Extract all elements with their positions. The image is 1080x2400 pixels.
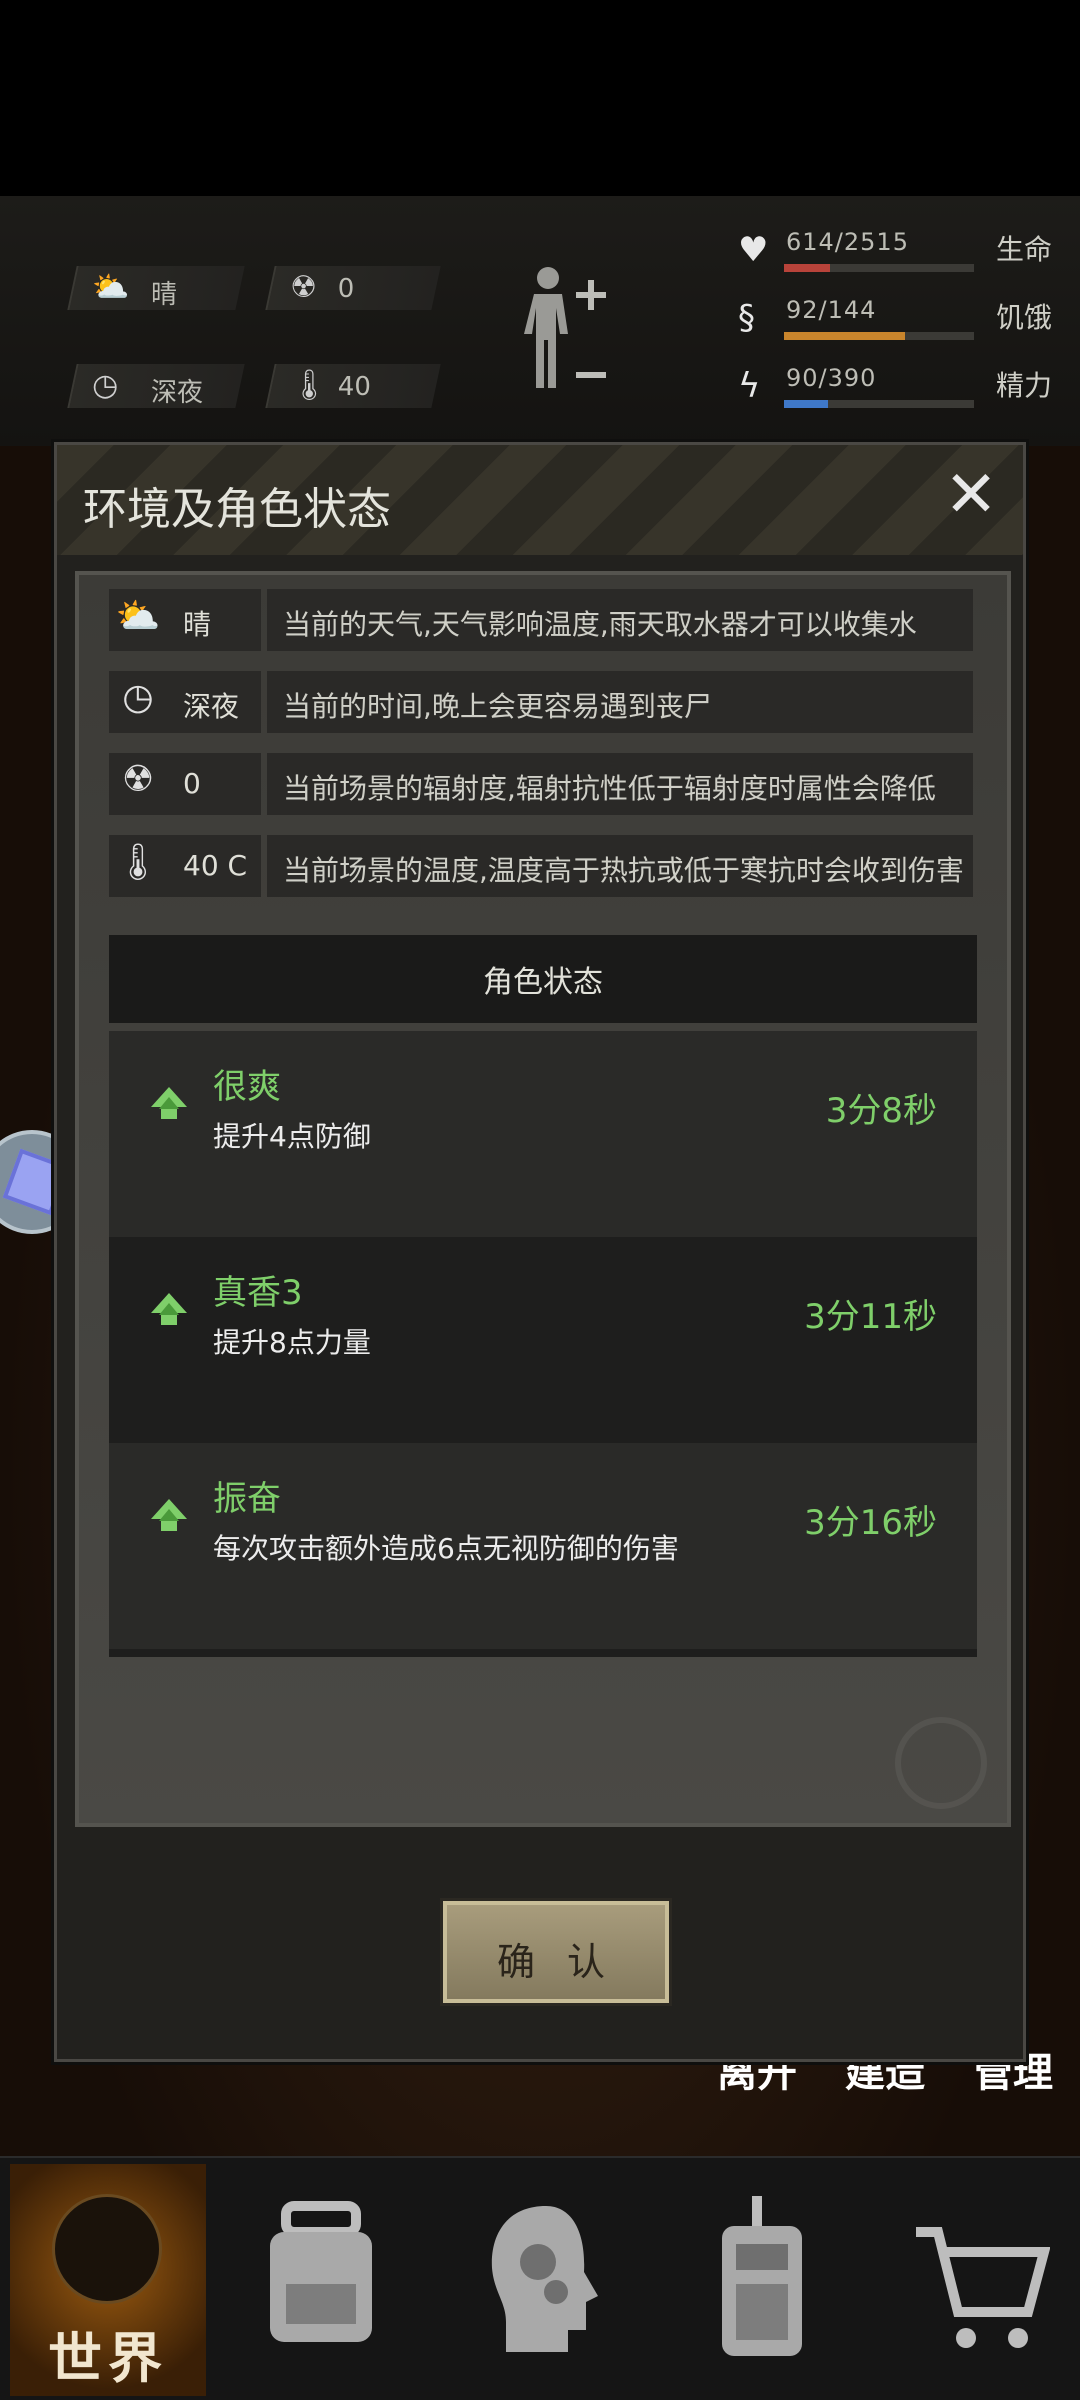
- thermometer-icon: 🌡: [115, 842, 161, 883]
- bottom-nav: 世界: [0, 2156, 1080, 2400]
- env-tag: ⛅ 晴: [109, 589, 261, 651]
- health-stat: ♥ 614/2515 生命: [724, 226, 1080, 282]
- hunger-value: 92/144: [786, 296, 877, 324]
- env-tag: ☢ 0: [109, 753, 261, 815]
- thermometer-icon: 🌡: [290, 368, 329, 403]
- radiation-watermark-icon: [895, 1717, 987, 1809]
- env-tag: ◷ 深夜: [109, 671, 261, 733]
- radiation-icon: ☢: [121, 759, 155, 800]
- dialog-title: 环境及角色状态: [83, 484, 391, 535]
- cart-icon[interactable]: [910, 2192, 1050, 2362]
- status-description: 每次攻击额外造成6点无视防御的伤害: [213, 1532, 679, 1565]
- env-description: 当前场景的温度,温度高于热抗或低于寒抗时会收到伤害: [267, 835, 973, 897]
- env-row-weather: ⛅ 晴 当前的天气,天气影响温度,雨天取水器才可以收集水: [109, 589, 973, 651]
- env-description: 当前场景的辐射度,辐射抗性低于辐射度时属性会降低: [267, 753, 973, 815]
- status-timer: 3分8秒: [825, 1091, 937, 1131]
- backpack-icon[interactable]: [256, 2192, 396, 2362]
- weather-cloud-sun-icon: ⛅: [115, 596, 161, 637]
- env-row-radiation: ☢ 0 当前场景的辐射度,辐射抗性低于辐射度时属性会降低: [109, 753, 973, 815]
- buff-up-arrow-icon: [151, 1293, 187, 1325]
- status-description: 提升8点力量: [213, 1326, 371, 1359]
- env-row-temperature: 🌡 40 C 当前场景的温度,温度高于热抗或低于寒抗时会收到伤害: [109, 835, 973, 897]
- env-tag: 🌡 40 C: [109, 835, 261, 897]
- close-icon[interactable]: ✕: [937, 463, 1005, 531]
- health-value: 614/2515: [786, 228, 909, 256]
- list-item: 真香3 提升8点力量 3分11秒: [109, 1237, 977, 1443]
- temperature-cell[interactable]: 🌡 40: [265, 364, 441, 408]
- status-list: 很爽 提升4点防御 3分8秒 真香3 提升8点力量 3分11秒 振奋 每次攻击额…: [109, 1031, 977, 1657]
- hunger-stat: § 92/144 饥饿: [724, 294, 1080, 350]
- confirm-label: 确 认: [496, 1940, 616, 1984]
- radiation-value: 0: [337, 274, 355, 304]
- status-timer: 3分11秒: [804, 1297, 937, 1337]
- stomach-icon: §: [738, 298, 755, 338]
- time-cell[interactable]: ◷ 深夜: [67, 364, 245, 408]
- heart-pulse-icon: ♥: [738, 230, 769, 270]
- energy-bar: [784, 400, 974, 408]
- status-timer: 3分16秒: [804, 1503, 937, 1543]
- hunger-bar: [784, 332, 974, 340]
- energy-label: 精力: [996, 369, 1053, 402]
- env-description: 当前的天气,天气影响温度,雨天取水器才可以收集水: [267, 589, 973, 651]
- environment-status-dialog: 环境及角色状态 ✕ ⛅ 晴 当前的天气,天气影响温度,雨天取水器才可以收集水 ◷…: [54, 442, 1026, 2062]
- env-value: 0: [183, 767, 201, 800]
- buff-up-arrow-icon: [151, 1087, 187, 1119]
- radiation-icon: ☢: [290, 270, 318, 305]
- energy-head-icon: ϟ: [738, 366, 761, 406]
- character-body-icon[interactable]: [520, 262, 610, 412]
- weather-value: 晴: [151, 280, 178, 310]
- energy-value: 90/390: [786, 364, 877, 392]
- status-name: 很爽: [213, 1067, 281, 1107]
- weather-cloud-sun-icon: ⛅: [92, 270, 130, 305]
- confirm-button[interactable]: 确 认: [443, 1901, 669, 2003]
- clock-icon: ◷: [92, 368, 119, 403]
- list-item: 振奋 每次攻击额外造成6点无视防御的伤害 3分16秒: [109, 1443, 977, 1649]
- env-value: 深夜: [183, 690, 240, 723]
- env-row-time: ◷ 深夜 当前的时间,晚上会更容易遇到丧尸: [109, 671, 973, 733]
- globe-icon: [52, 2194, 162, 2304]
- nav-world-tab[interactable]: 世界: [10, 2164, 206, 2396]
- list-item: 很爽 提升4点防御 3分8秒: [109, 1031, 977, 1237]
- nav-world-label: 世界: [48, 2327, 168, 2390]
- weather-cell[interactable]: ⛅ 晴: [67, 266, 245, 310]
- skills-head-icon[interactable]: [476, 2192, 616, 2362]
- status-hud: ⛅ 晴 ☢ 0 ◷ 深夜 🌡 40 ♥ 614/2515 生命 § 92/144…: [0, 196, 1080, 446]
- dialog-header: 环境及角色状态 ✕: [57, 445, 1023, 555]
- status-name: 振奋: [213, 1479, 281, 1519]
- dialog-panel: ⛅ 晴 当前的天气,天气影响温度,雨天取水器才可以收集水 ◷ 深夜 当前的时间,…: [75, 571, 1011, 1827]
- clock-icon: ◷: [122, 677, 154, 718]
- character-status-header: 角色状态: [109, 935, 977, 1023]
- health-bar: [784, 264, 974, 272]
- character-status-title: 角色状态: [483, 965, 603, 1000]
- env-value: 晴: [183, 608, 212, 641]
- env-description: 当前的时间,晚上会更容易遇到丧尸: [267, 671, 973, 733]
- radio-icon[interactable]: [692, 2192, 832, 2362]
- time-value: 深夜: [151, 378, 204, 408]
- energy-stat: ϟ 90/390 精力: [724, 362, 1080, 418]
- hunger-label: 饥饿: [996, 301, 1053, 334]
- radiation-cell[interactable]: ☢ 0: [265, 266, 441, 310]
- status-description: 提升4点防御: [213, 1120, 371, 1153]
- temperature-value: 40: [337, 372, 371, 402]
- health-label: 生命: [996, 233, 1053, 266]
- buff-up-arrow-icon: [151, 1499, 187, 1531]
- env-value: 40 C: [183, 849, 248, 882]
- status-name: 真香3: [213, 1273, 303, 1313]
